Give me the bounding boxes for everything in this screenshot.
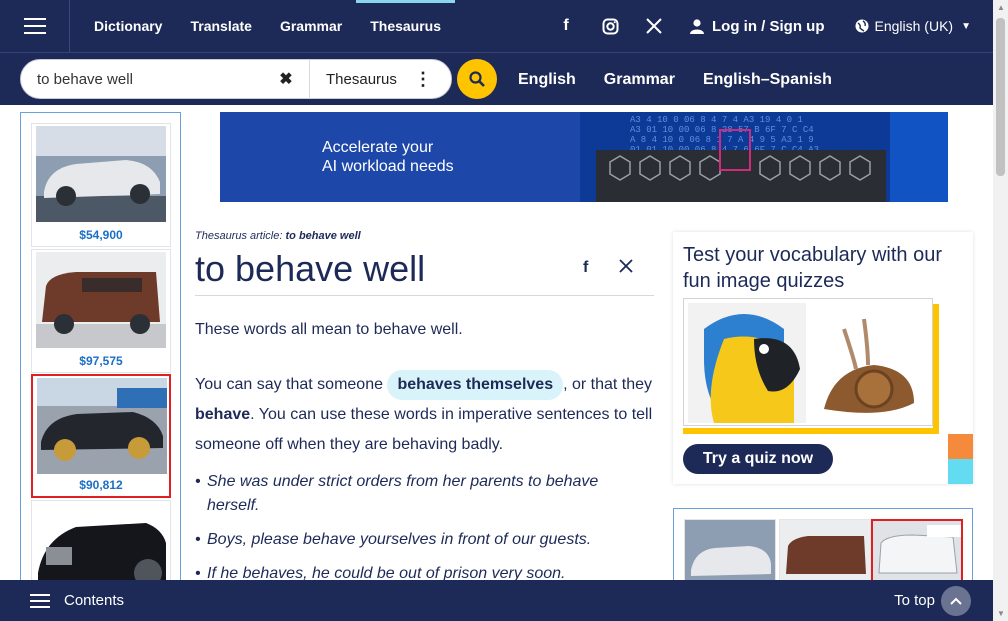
example-sentence: • Boys, please behave yourselves in fron… <box>195 528 655 552</box>
share-x-icon[interactable] <box>619 259 633 278</box>
hamburger-icon <box>23 18 46 34</box>
right-car-ads <box>673 508 973 588</box>
quick-links: English Grammar English–Spanish <box>518 53 860 106</box>
quick-link-grammar[interactable]: Grammar <box>604 71 675 89</box>
scroll-up-icon[interactable]: ▲ <box>997 3 1005 12</box>
list-icon <box>30 593 50 608</box>
instagram-icon[interactable] <box>588 0 632 52</box>
car-ad[interactable] <box>871 519 963 587</box>
try-quiz-button[interactable]: Try a quiz now <box>683 444 833 474</box>
title-divider <box>195 295 654 296</box>
car-ad[interactable] <box>684 519 776 587</box>
x-icon[interactable] <box>632 0 676 52</box>
side-tab-orange[interactable] <box>948 434 973 459</box>
car-image <box>873 521 961 587</box>
nav-translate[interactable]: Translate <box>176 0 265 52</box>
main-nav: Dictionary Translate Grammar Thesaurus <box>80 0 456 52</box>
contents-button[interactable]: Contents <box>30 580 124 621</box>
chevron-down-icon: ▼ <box>961 20 971 32</box>
car-price: $97,575 <box>79 354 123 368</box>
search-input[interactable]: to behave well <box>21 71 271 88</box>
usage-text-3: . You can use these words in imperative … <box>195 406 653 453</box>
globe-icon <box>855 19 868 33</box>
car-ad[interactable]: $97,575 <box>31 249 171 373</box>
quiz-card: Test your vocabulary with our fun image … <box>673 232 973 484</box>
quiz-images[interactable] <box>683 298 933 426</box>
keyword-bold: behave <box>195 406 251 423</box>
car-price: $90,812 <box>79 478 123 492</box>
quick-link-english[interactable]: English <box>518 71 576 89</box>
language-selector[interactable]: English (UK) ▼ <box>855 18 971 34</box>
quiz-title: Test your vocabulary with our fun image … <box>683 244 943 292</box>
car-ad[interactable]: $54,900 <box>31 123 171 247</box>
article-kicker: Thesaurus article: to behave well <box>195 230 655 242</box>
scroll-down-icon[interactable]: ▼ <box>997 609 1005 618</box>
nav-thesaurus[interactable]: Thesaurus <box>356 0 456 52</box>
nav-right: f Log in / Sign up English (UK) ▼ <box>544 0 993 52</box>
ad-line-1: Accelerate your <box>322 139 434 156</box>
search-box: to behave well ✖ Thesaurus ⋮ <box>20 59 452 99</box>
dictionary-select[interactable]: Thesaurus <box>310 71 414 88</box>
car-ad[interactable] <box>779 519 871 587</box>
car-image <box>685 520 775 587</box>
car-image <box>780 520 870 587</box>
keyword-chip[interactable]: behaves themselves <box>387 370 564 400</box>
quick-link-english-spanish[interactable]: English–Spanish <box>703 71 832 89</box>
svg-text:A3 4 10 0 06 8 4 7 4 A3 19 4 0: A3 4 10 0 06 8 4 7 4 A3 19 4 0 1 <box>630 115 803 125</box>
to-top-button[interactable]: To top <box>894 580 971 621</box>
quiz-image <box>688 303 930 423</box>
user-icon <box>690 18 705 34</box>
car-ad[interactable]: $90,812 <box>31 374 171 498</box>
menu-button[interactable] <box>0 0 70 52</box>
language-label: English (UK) <box>874 18 954 34</box>
search-button[interactable] <box>457 59 497 99</box>
car-image <box>36 503 166 581</box>
search-icon <box>469 71 485 87</box>
thesaurus-article: Thesaurus article: to behave well to beh… <box>195 230 655 582</box>
example-text: She was under strict orders from her par… <box>207 473 599 514</box>
to-top-label: To top <box>894 592 935 609</box>
facebook-icon[interactable]: f <box>544 0 588 52</box>
left-car-ads: $54,900 $97,575 $90,812 <box>20 112 181 582</box>
nav-grammar[interactable]: Grammar <box>266 0 356 52</box>
page-scrollbar[interactable]: ▲ ▼ <box>993 0 1008 621</box>
ad-line-2: AI workload needs <box>322 158 454 175</box>
usage-paragraph: You can say that someone behaves themsel… <box>195 370 657 460</box>
car-price: $54,900 <box>79 228 123 242</box>
intro-paragraph: These words all mean to behave well. <box>195 321 463 338</box>
car-image <box>36 126 166 222</box>
usage-text-1: You can say that someone <box>195 376 383 393</box>
example-text: Boys, please behave yourselves in front … <box>207 531 592 548</box>
clear-icon[interactable]: ✖ <box>271 69 301 89</box>
share-facebook-icon[interactable]: f <box>583 259 588 277</box>
top-navigation: Dictionary Translate Grammar Thesaurus f… <box>0 0 993 52</box>
car-ad[interactable] <box>31 500 171 581</box>
usage-text-2: , or that they <box>563 376 653 393</box>
search-row: to behave well ✖ Thesaurus ⋮ English Gra… <box>0 52 993 105</box>
car-image <box>37 378 167 474</box>
car-image <box>36 252 166 348</box>
kicker-term: to behave well <box>285 230 361 242</box>
ad-headline: Accelerate your AI workload needs <box>322 138 454 176</box>
contents-label: Contents <box>64 592 125 609</box>
chevron-up-icon <box>941 585 971 616</box>
kicker-label: Thesaurus article: <box>195 230 283 242</box>
svg-text:A 8 4 10 0 06 8 1 7 A 4 9 5 A3: A 8 4 10 0 06 8 1 7 A 4 9 5 A3 1 9 <box>630 135 814 145</box>
login-link[interactable]: Log in / Sign up <box>690 17 825 35</box>
nav-dictionary[interactable]: Dictionary <box>80 0 176 52</box>
example-sentence: • She was under strict orders from her p… <box>195 470 655 518</box>
more-options-icon[interactable]: ⋮ <box>414 69 432 90</box>
scroll-thumb[interactable] <box>996 18 1005 176</box>
login-label: Log in / Sign up <box>712 17 825 35</box>
bottom-bar: Contents To top <box>0 580 993 621</box>
ad-banner[interactable]: A3 4 10 0 06 8 4 7 4 A3 19 4 0 1 A3 01 1… <box>220 112 948 202</box>
side-tab-cyan[interactable] <box>948 459 973 484</box>
